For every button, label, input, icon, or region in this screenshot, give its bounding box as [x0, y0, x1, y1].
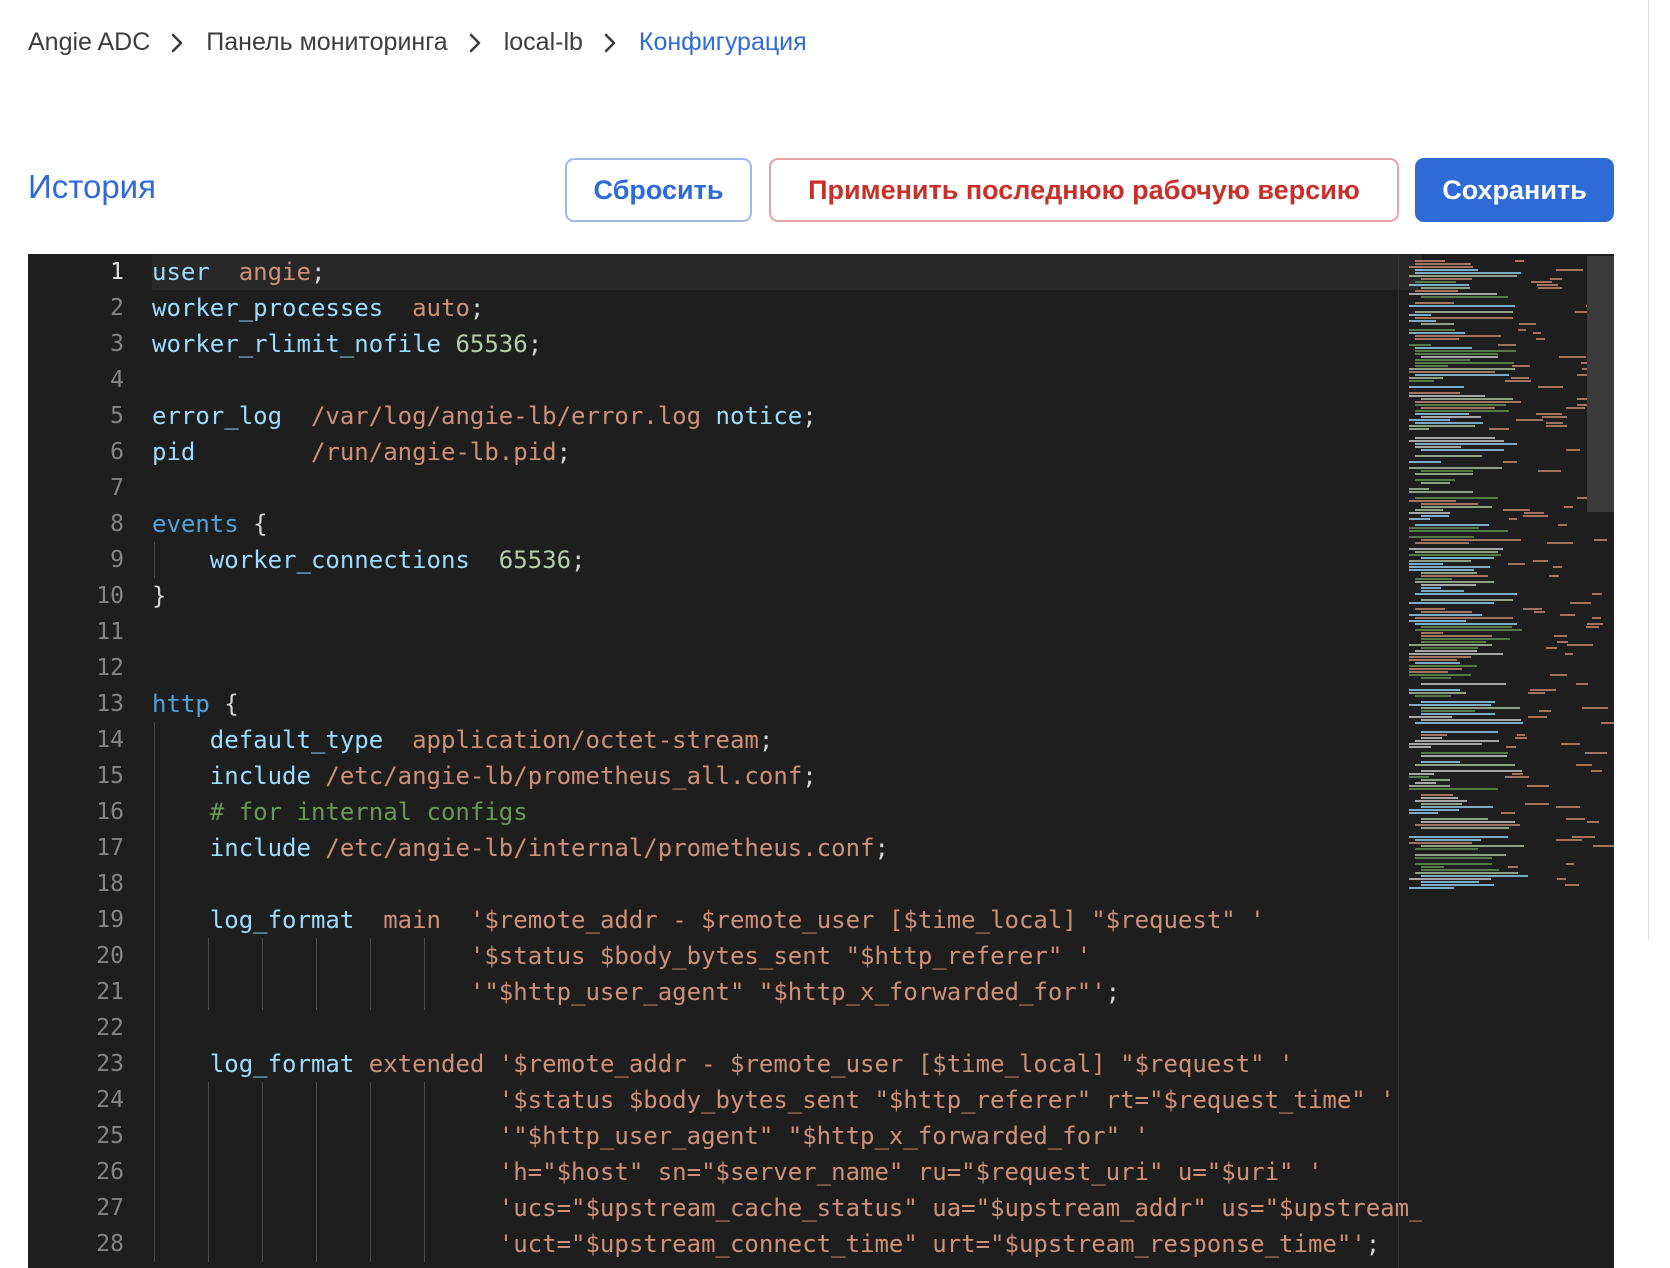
line-number: 16 — [96, 799, 124, 825]
code-line[interactable]: error_log /var/log/angie-lb/error.log no… — [152, 398, 817, 434]
line-number: 18 — [96, 871, 124, 897]
indent-guide — [262, 1082, 263, 1262]
indent-guide — [370, 938, 371, 1010]
line-number: 2 — [110, 295, 124, 321]
line-number-gutter: 1 2 3 4 5 6 7 8 9 10 11 12 13 14 15 16 17 18 19 20 21 22 23 24 2… — [28, 254, 124, 1268]
code-line[interactable]: 'ucs="$upstream_cache_status" ua="$upstr… — [152, 1190, 1422, 1226]
code-line[interactable]: pid /run/angie-lb.pid; — [152, 434, 571, 470]
indent-guide — [208, 938, 209, 1010]
line-number: 1 — [110, 259, 124, 285]
code-line[interactable]: # for internal configs — [152, 794, 528, 830]
line-number: 17 — [96, 835, 124, 861]
line-number: 5 — [110, 403, 124, 429]
breadcrumb-item-dashboard[interactable]: Панель мониторинга — [206, 28, 447, 57]
breadcrumb-item-configuration: Конфигурация — [638, 27, 807, 56]
line-number: 25 — [96, 1123, 124, 1149]
code-line[interactable]: worker_rlimit_nofile 65536; — [152, 326, 542, 362]
minimap[interactable] — [1398, 254, 1614, 1268]
line-number: 3 — [110, 331, 124, 357]
indent-guide — [316, 938, 317, 1010]
code-line[interactable]: log_format main '$remote_addr - $remote_… — [152, 902, 1265, 938]
chevron-right-icon — [448, 28, 504, 56]
code-line[interactable]: log_format extended '$remote_addr - $rem… — [152, 1046, 1294, 1082]
reset-button[interactable]: Сбросить — [565, 158, 752, 222]
editor-scrollbar-thumb[interactable] — [1587, 256, 1614, 512]
line-number: 24 — [96, 1087, 124, 1113]
indent-guide — [262, 938, 263, 1010]
code-line[interactable]: worker_connections 65536; — [152, 542, 586, 578]
page-scrollbar[interactable] — [1648, 0, 1670, 940]
line-number: 19 — [96, 907, 124, 933]
code-line[interactable]: '"$http_user_agent" "$http_x_forwarded_f… — [152, 1118, 1149, 1154]
code-line[interactable]: include /etc/angie-lb/prometheus_all.con… — [152, 758, 817, 794]
code-line[interactable]: 'uct="$upstream_connect_time" urt="$upst… — [152, 1226, 1380, 1262]
save-button[interactable]: Сохранить — [1415, 158, 1614, 222]
indent-guide — [370, 1082, 371, 1262]
indent-guide — [154, 542, 155, 578]
code-line[interactable]: http { — [152, 686, 239, 722]
code-line[interactable]: '"$http_user_agent" "$http_x_forwarded_f… — [152, 974, 1120, 1010]
code-line[interactable]: worker_processes auto; — [152, 290, 484, 326]
code-line[interactable]: } — [152, 578, 166, 614]
line-number: 4 — [110, 367, 124, 393]
indent-guide — [316, 1082, 317, 1262]
line-number: 26 — [96, 1159, 124, 1185]
breadcrumb-item-angie-adc[interactable]: Angie ADC — [28, 28, 150, 57]
line-number: 11 — [96, 619, 124, 645]
code-line[interactable]: events { — [152, 506, 268, 542]
line-number: 10 — [96, 583, 124, 609]
line-number: 15 — [96, 763, 124, 789]
code-editor[interactable]: 1 2 3 4 5 6 7 8 9 10 11 12 13 14 15 16 17 18 19 20 21 22 23 24 2… — [28, 254, 1614, 1268]
line-number: 9 — [110, 547, 124, 573]
code-line[interactable]: include /etc/angie-lb/internal/prometheu… — [152, 830, 889, 866]
code-area[interactable]: user angie; worker_processes auto; worker_… — [152, 254, 1422, 1268]
code-line[interactable]: 'h="$host" sn="$server_name" ru="$reques… — [152, 1154, 1323, 1190]
line-number: 13 — [96, 691, 124, 717]
apply-last-working-version-button[interactable]: Применить последнюю рабочую версию — [769, 158, 1399, 222]
indent-guide — [208, 1082, 209, 1262]
code-line[interactable]: '$status $body_bytes_sent "$http_referer… — [152, 938, 1091, 974]
breadcrumb-item-local-lb[interactable]: local-lb — [504, 28, 583, 57]
code-line[interactable]: user angie; — [152, 254, 1422, 290]
line-number: 22 — [96, 1015, 124, 1041]
line-number: 14 — [96, 727, 124, 753]
line-number: 27 — [96, 1195, 124, 1221]
code-line[interactable]: '$status $body_bytes_sent "$http_referer… — [152, 1082, 1395, 1118]
indent-guide — [154, 722, 155, 1262]
line-number: 20 — [96, 943, 124, 969]
line-number: 12 — [96, 655, 124, 681]
line-number: 23 — [96, 1051, 124, 1077]
line-number: 21 — [96, 979, 124, 1005]
code-line[interactable]: default_type application/octet-stream; — [152, 722, 774, 758]
indent-guide — [424, 1082, 425, 1262]
line-number: 6 — [110, 439, 124, 465]
line-number: 28 — [96, 1231, 124, 1257]
line-number: 8 — [110, 511, 124, 537]
chevron-right-icon — [150, 28, 206, 56]
indent-guide — [424, 938, 425, 1010]
line-number: 7 — [110, 475, 124, 501]
history-link[interactable]: История — [28, 168, 156, 206]
chevron-right-icon — [583, 28, 639, 56]
breadcrumb: Angie ADC Панель мониторинга local-lb Ко… — [28, 22, 807, 62]
